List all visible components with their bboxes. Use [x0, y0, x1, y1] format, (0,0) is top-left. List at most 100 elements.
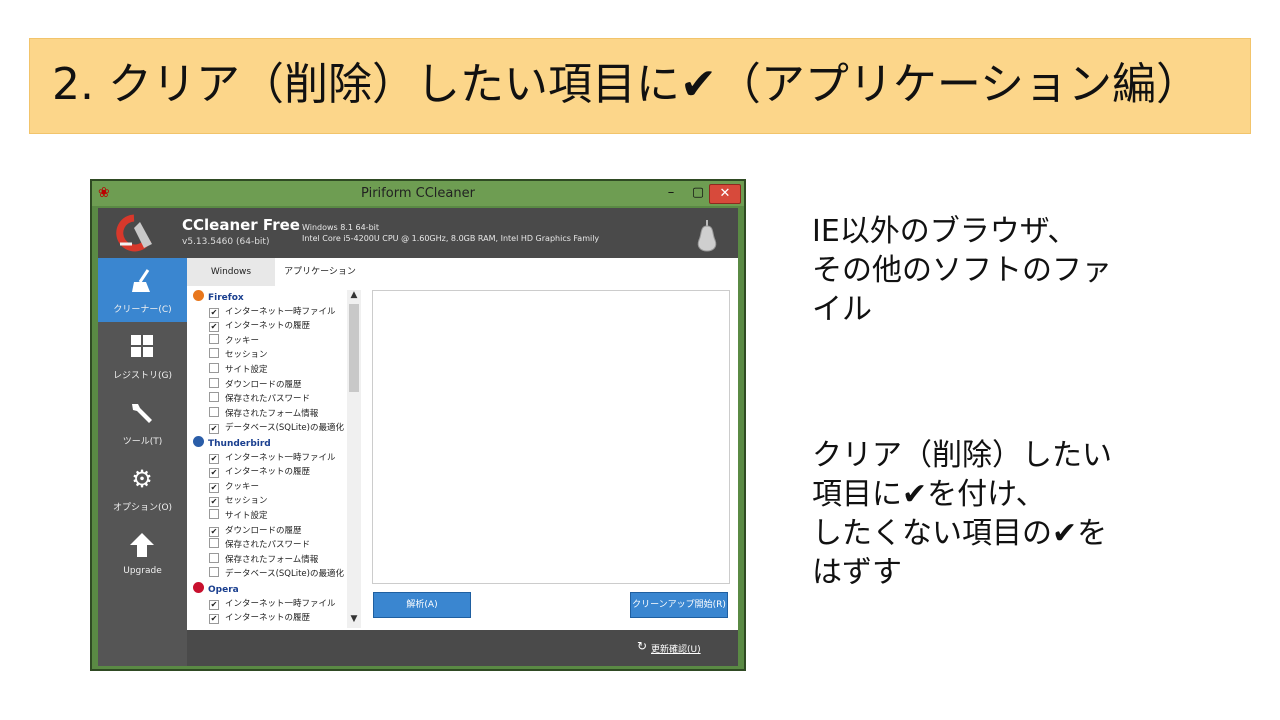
wrench-icon — [128, 400, 156, 426]
list-item[interactable]: ✔ インターネット一時ファイル — [209, 305, 336, 319]
list-item[interactable]: 保存されたフォーム情報 — [209, 406, 319, 421]
list-item[interactable]: ✔ セッション — [209, 494, 268, 508]
checkbox-checked[interactable]: ✔ — [209, 526, 219, 537]
list-item[interactable]: サイト設定 — [209, 509, 268, 523]
group-name: Firefox — [208, 293, 244, 303]
checkbox-checked[interactable]: ✔ — [209, 482, 219, 493]
list-item-label: クッキー — [225, 335, 260, 346]
checkbox-unchecked[interactable] — [209, 348, 219, 359]
checkbox-checked[interactable]: ✔ — [209, 322, 219, 333]
list-item[interactable]: ✔ インターネットの履歴 — [209, 611, 310, 625]
group-thunderbird[interactable]: Thunderbird — [193, 436, 271, 450]
sidebar-item-label: オプション(O) — [112, 503, 173, 513]
checkbox-unchecked[interactable] — [209, 406, 219, 417]
results-area: 解析(A) クリーンアップ開始(R) — [365, 258, 738, 630]
list-item-label: データベース(SQLite)の最適化 — [225, 569, 344, 580]
list-item-label: 保存されたフォーム情報 — [225, 408, 319, 419]
list-item-label: クッキー — [225, 481, 260, 492]
list-item-label: インターネットの履歴 — [225, 321, 311, 332]
checkbox-checked[interactable]: ✔ — [209, 614, 219, 625]
checkbox-unchecked[interactable] — [209, 377, 219, 388]
checkbox-checked[interactable]: ✔ — [209, 453, 219, 464]
scroll-thumb[interactable] — [349, 304, 359, 392]
checkbox-unchecked[interactable] — [209, 567, 219, 578]
maximize-button[interactable]: ▢ — [685, 184, 711, 202]
list-item[interactable]: ✔ インターネット一時ファイル — [209, 451, 336, 465]
tab-windows[interactable]: Windows — [187, 258, 275, 286]
list-item-label: インターネットの履歴 — [225, 613, 311, 624]
list-item-label: インターネット一時ファイル — [225, 452, 336, 463]
list-item[interactable]: ✔ データベース(SQLite)の最適化 — [209, 421, 344, 435]
list-item[interactable]: ✔ インターネットの履歴 — [209, 319, 310, 333]
sidebar-item-tools[interactable]: ツール(T) — [98, 390, 187, 454]
list-item[interactable]: ✔ インターネット一時ファイル — [209, 597, 336, 611]
title-bar[interactable]: ❀ Piriform CCleaner – ▢ ✕ — [92, 181, 744, 206]
checkbox-unchecked[interactable] — [209, 552, 219, 563]
group-opera[interactable]: Opera — [193, 582, 239, 596]
list-item[interactable]: セッション — [209, 348, 268, 362]
sidebar-item-options[interactable]: ⚙ オプション(O) — [98, 456, 187, 520]
arrow-up-icon — [128, 532, 156, 558]
checkbox-checked[interactable]: ✔ — [209, 599, 219, 610]
list-scrollbar[interactable]: ▲ ▼ — [347, 290, 361, 628]
list-item-label: 保存されたフォーム情報 — [225, 554, 319, 565]
checkbox-checked[interactable]: ✔ — [209, 424, 219, 435]
list-item[interactable]: ✔ クッキー — [209, 480, 259, 494]
checkbox-checked[interactable]: ✔ — [209, 307, 219, 318]
scroll-down-icon[interactable]: ▼ — [347, 614, 361, 624]
window-title: Piriform CCleaner — [361, 186, 475, 201]
thunderbird-icon — [193, 436, 204, 447]
scroll-up-icon[interactable]: ▲ — [347, 290, 361, 300]
list-item-label: ダウンロードの履歴 — [225, 379, 302, 390]
sidebar-item-cleaner[interactable]: クリーナー(C) — [98, 258, 187, 322]
checkbox-checked[interactable]: ✔ — [209, 497, 219, 508]
broom-icon — [128, 268, 156, 294]
checkbox-unchecked[interactable] — [209, 333, 219, 344]
app-header: CCleaner Free v5.13.5460 (64-bit) Window… — [98, 208, 738, 258]
analyze-button[interactable]: 解析(A) — [373, 592, 471, 618]
list-item[interactable]: ダウンロードの履歴 — [209, 377, 302, 392]
list-item[interactable]: 保存されたフォーム情報 — [209, 552, 319, 567]
ccleaner-logo-icon — [116, 214, 152, 252]
grid-icon — [128, 334, 156, 360]
list-item[interactable]: ✔ ダウンロードの履歴 — [209, 524, 302, 538]
list-item-label: インターネット一時ファイル — [225, 598, 336, 609]
application-list: Firefox ✔ インターネット一時ファイル ✔ インターネットの履歴 クッキー セッショ… — [187, 290, 347, 630]
list-item[interactable]: クッキー — [209, 333, 260, 348]
firefox-icon — [193, 290, 204, 301]
results-box — [372, 290, 730, 584]
opera-icon — [193, 582, 204, 593]
list-item-label: ダウンロードの履歴 — [225, 525, 302, 536]
ccleaner-window: ❀ Piriform CCleaner – ▢ ✕ CCleaner Free … — [90, 179, 746, 671]
run-cleaner-button[interactable]: クリーンアップ開始(R) — [630, 592, 728, 618]
list-item-label: サイト設定 — [225, 365, 268, 375]
tab-applications[interactable]: アプリケーション — [275, 258, 365, 286]
list-item[interactable]: 保存されたパスワード — [209, 538, 310, 552]
refresh-icon: ↻ — [637, 639, 648, 653]
list-item[interactable]: データベース(SQLite)の最適化 — [209, 567, 344, 581]
checkbox-unchecked[interactable] — [209, 363, 219, 373]
system-os: Windows 8.1 64-bit — [302, 223, 380, 232]
list-item-label: 保存されたパスワード — [225, 394, 311, 405]
product-version: v5.13.5460 (64-bit) — [182, 237, 270, 247]
group-firefox[interactable]: Firefox — [193, 290, 244, 304]
group-name: Opera — [208, 585, 239, 595]
list-item-label: データベース(SQLite)の最適化 — [225, 423, 344, 434]
sidebar-item-upgrade[interactable]: Upgrade — [98, 522, 187, 586]
minimize-button[interactable]: – — [658, 184, 684, 202]
checkbox-unchecked[interactable] — [209, 509, 219, 519]
list-item-label: インターネットの履歴 — [225, 467, 311, 478]
list-item-label: セッション — [225, 496, 268, 507]
cleaner-panel: Windows アプリケーション Firefox ✔ インターネット一時ファイル ✔ イ… — [187, 258, 365, 630]
checkbox-unchecked[interactable] — [209, 538, 219, 549]
check-updates-link[interactable]: 更新確認(U) — [651, 642, 701, 655]
list-item[interactable]: ✔ インターネットの履歴 — [209, 465, 310, 479]
checkbox-unchecked[interactable] — [209, 392, 219, 403]
list-item[interactable]: サイト設定 — [209, 363, 268, 377]
tab-bar: Windows アプリケーション — [187, 258, 365, 286]
sidebar-item-registry[interactable]: レジストリ(G) — [98, 324, 187, 388]
checkbox-checked[interactable]: ✔ — [209, 468, 219, 479]
close-button[interactable]: ✕ — [709, 184, 741, 204]
group-name: Thunderbird — [208, 439, 271, 449]
list-item[interactable]: 保存されたパスワード — [209, 392, 310, 406]
